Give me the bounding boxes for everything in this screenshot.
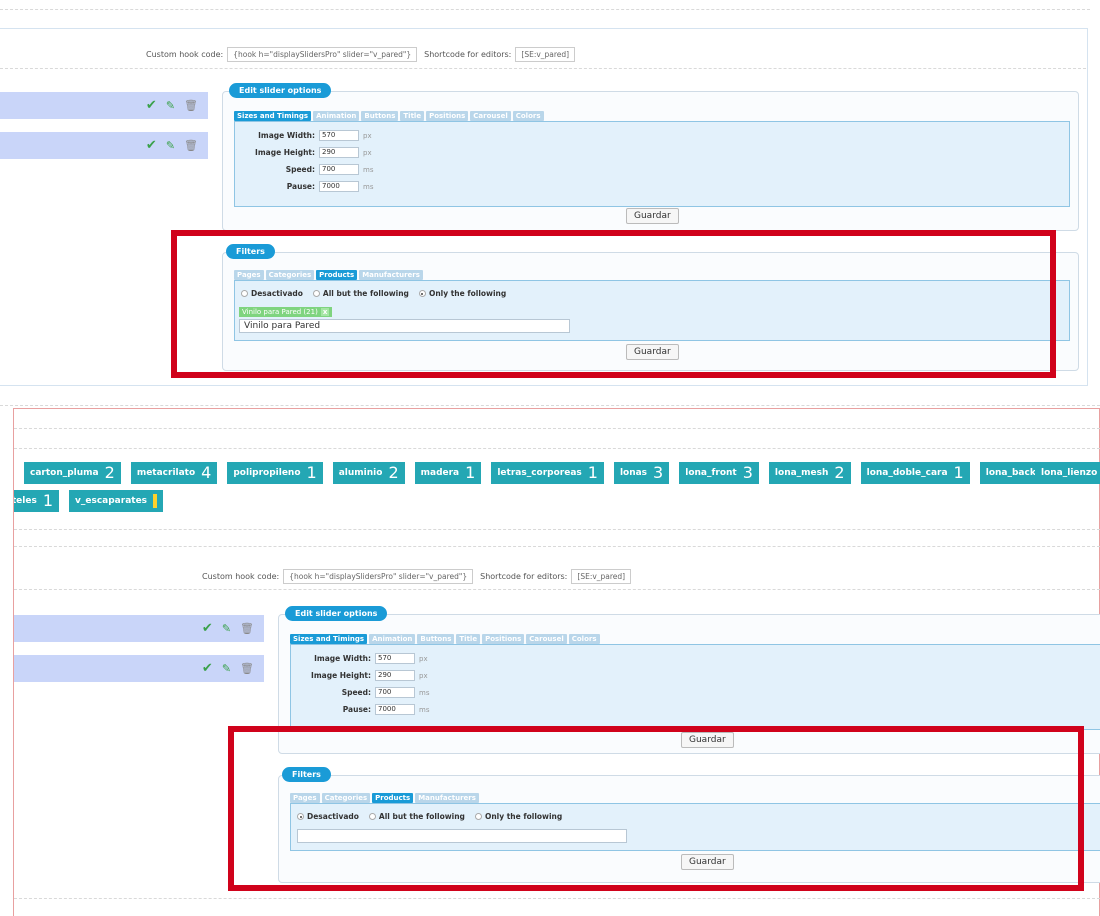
tag-list-row-2: nteles1 v_escaparates [14,490,164,512]
tag-item[interactable]: nteles1 [14,490,59,512]
speed-unit: ms [419,688,430,697]
edit-slider-legend: Edit slider options [229,83,332,98]
image-width-input[interactable]: 570 [375,653,415,664]
tag-item[interactable]: lona_doble_cara 1 [860,462,970,484]
shortcode-label: Shortcode for editors: [480,572,568,581]
tab-positions[interactable]: Positions [482,634,525,644]
pause-unit: ms [363,182,374,191]
pause-unit: ms [419,705,430,714]
pencil-icon[interactable]: ✎ [166,99,175,112]
tab-animation[interactable]: Animation [313,111,360,121]
tab-buttons[interactable]: Buttons [361,111,399,121]
sizes-timings-panel: Image Width: 570 px Image Height: 290 px Spe… [290,644,1100,730]
warning-icon [153,494,158,508]
check-icon[interactable]: ✔ [202,661,213,676]
slide-row[interactable]: ✔ ✎ 🗑 [0,92,208,119]
image-height-unit: px [363,148,372,157]
highlight-box-top [171,230,1056,378]
tab-sizes-timings[interactable]: Sizes and Timings [234,111,312,121]
tab-carousel[interactable]: Carousel [470,111,511,121]
hook-row-bottom: Custom hook code: {hook h="displaySlider… [202,569,632,584]
trash-icon[interactable]: 🗑 [240,662,254,675]
slide-row[interactable]: ✔ ✎ 🗑 [14,655,264,682]
tab-carousel[interactable]: Carousel [526,634,567,644]
pause-input[interactable]: 7000 [319,181,359,192]
edit-slider-tabs: Sizes and Timings Animation Buttons Titl… [290,634,600,644]
tab-animation[interactable]: Animation [369,634,416,644]
image-width-label: Image Width: [258,131,315,140]
image-height-unit: px [419,671,428,680]
image-width-label: Image Width: [314,654,371,663]
tag-item[interactable]: madera 1 [414,462,482,484]
highlight-box-bottom [228,726,1084,891]
image-width-unit: px [363,131,372,140]
speed-label: Speed: [341,688,371,697]
image-width-unit: px [419,654,428,663]
image-height-label: Image Height: [311,671,371,680]
image-height-input[interactable]: 290 [375,670,415,681]
tag-item[interactable]: lona_lienzo [1035,462,1100,484]
tab-sizes-timings[interactable]: Sizes and Timings [290,634,368,644]
speed-input[interactable]: 700 [319,164,359,175]
shortcode-input[interactable]: [SE:v_pared] [515,47,576,62]
tab-positions[interactable]: Positions [426,111,469,121]
tag-item[interactable]: polipropileno 1 [227,462,323,484]
pencil-icon[interactable]: ✎ [166,139,175,152]
shortcode-input[interactable]: [SE:v_pared] [571,569,632,584]
trash-icon[interactable]: 🗑 [184,99,198,112]
tag-item[interactable]: aluminio 2 [332,462,405,484]
check-icon[interactable]: ✔ [146,138,157,153]
custom-hook-input[interactable]: {hook h="displaySlidersPro" slider="v_pa… [227,47,418,62]
tag-item[interactable]: lonas 3 [613,462,670,484]
tab-colors[interactable]: Colors [568,634,600,644]
save-button[interactable]: Guardar [626,208,679,224]
tag-item[interactable]: letras_corporeas 1 [491,462,604,484]
custom-hook-label: Custom hook code: [146,50,224,59]
check-icon[interactable]: ✔ [202,621,213,636]
image-height-input[interactable]: 290 [319,147,359,158]
edit-slider-fieldset-top: Edit slider options Sizes and Timings An… [222,83,1079,231]
check-icon[interactable]: ✔ [146,98,157,113]
edit-slider-tabs: Sizes and Timings Animation Buttons Titl… [234,111,544,121]
tab-title[interactable]: Title [456,634,481,644]
trash-icon[interactable]: 🗑 [184,139,198,152]
image-height-label: Image Height: [255,148,315,157]
tag-item[interactable]: v_escaparates [69,490,164,512]
tab-title[interactable]: Title [400,111,425,121]
tag-list-row-1: carton_pluma 2 metacrilato 4 polipropileno… [24,462,1069,484]
tag-overflow-clip: lona_lienzo [1035,462,1100,484]
shortcode-label: Shortcode for editors: [424,50,512,59]
custom-hook-label: Custom hook code: [202,572,280,581]
tab-colors[interactable]: Colors [512,111,544,121]
hook-row-top: Custom hook code: {hook h="displaySlider… [146,47,576,62]
edit-slider-legend: Edit slider options [285,606,388,621]
trash-icon[interactable]: 🗑 [240,622,254,635]
speed-unit: ms [363,165,374,174]
speed-label: Speed: [285,165,315,174]
speed-input[interactable]: 700 [375,687,415,698]
pause-label: Pause: [286,182,315,191]
pause-label: Pause: [342,705,371,714]
pause-input[interactable]: 7000 [375,704,415,715]
pencil-icon[interactable]: ✎ [222,662,231,675]
pencil-icon[interactable]: ✎ [222,622,231,635]
image-width-input[interactable]: 570 [319,130,359,141]
custom-hook-input[interactable]: {hook h="displaySlidersPro" slider="v_pa… [283,569,474,584]
tab-buttons[interactable]: Buttons [417,634,455,644]
tag-item[interactable]: metacrilato 4 [130,462,218,484]
sizes-timings-panel: Image Width: 570 px Image Height: 290 px Spe… [234,121,1070,207]
slide-row[interactable]: ✔ ✎ 🗑 [14,615,264,642]
tag-item[interactable]: carton_pluma 2 [24,462,121,484]
tag-item[interactable]: lona_front 3 [679,462,759,484]
tag-item[interactable]: lona_mesh 2 [768,462,851,484]
slide-row[interactable]: ✔ ✎ 🗑 [0,132,208,159]
